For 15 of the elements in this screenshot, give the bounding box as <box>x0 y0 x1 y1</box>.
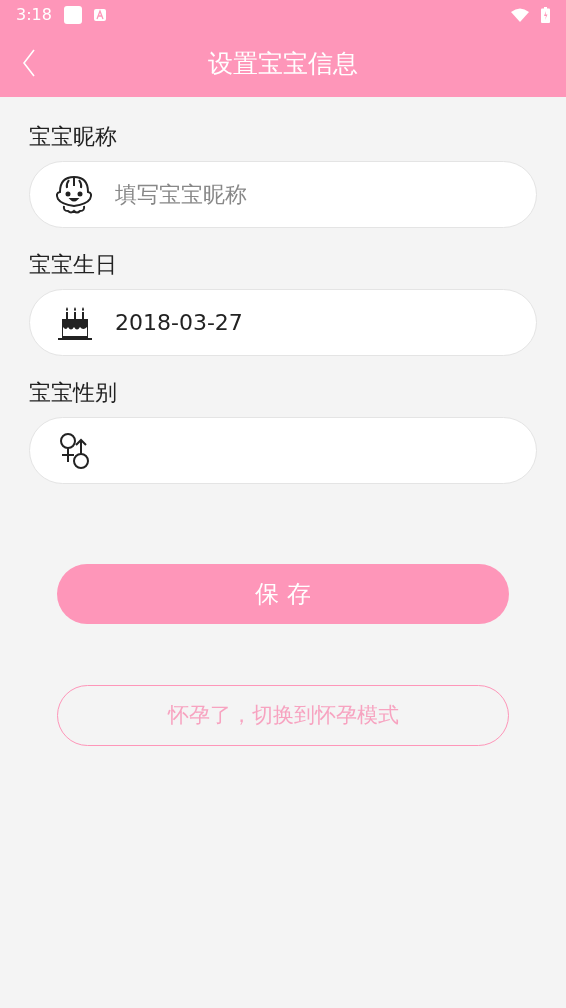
wifi-icon <box>511 8 529 22</box>
page-title: 设置宝宝信息 <box>208 47 358 80</box>
back-icon <box>22 49 36 77</box>
status-time: 3:18 <box>16 4 52 26</box>
birthday-field[interactable]: 2018-03-27 <box>29 289 537 356</box>
field-label: 宝宝昵称 <box>29 123 118 151</box>
nickname-field[interactable]: 填写宝宝昵称 <box>29 161 537 228</box>
field-label: 宝宝性别 <box>29 379 118 407</box>
notification-icon <box>63 6 82 24</box>
birthday-value: 2018-03-27 <box>115 309 243 337</box>
gender-symbols-icon <box>58 431 92 470</box>
save-button[interactable]: 保 存 <box>57 564 509 624</box>
battery-icon <box>541 7 550 23</box>
app-notification-icon <box>93 9 106 21</box>
field-label: 宝宝生日 <box>29 251 118 279</box>
